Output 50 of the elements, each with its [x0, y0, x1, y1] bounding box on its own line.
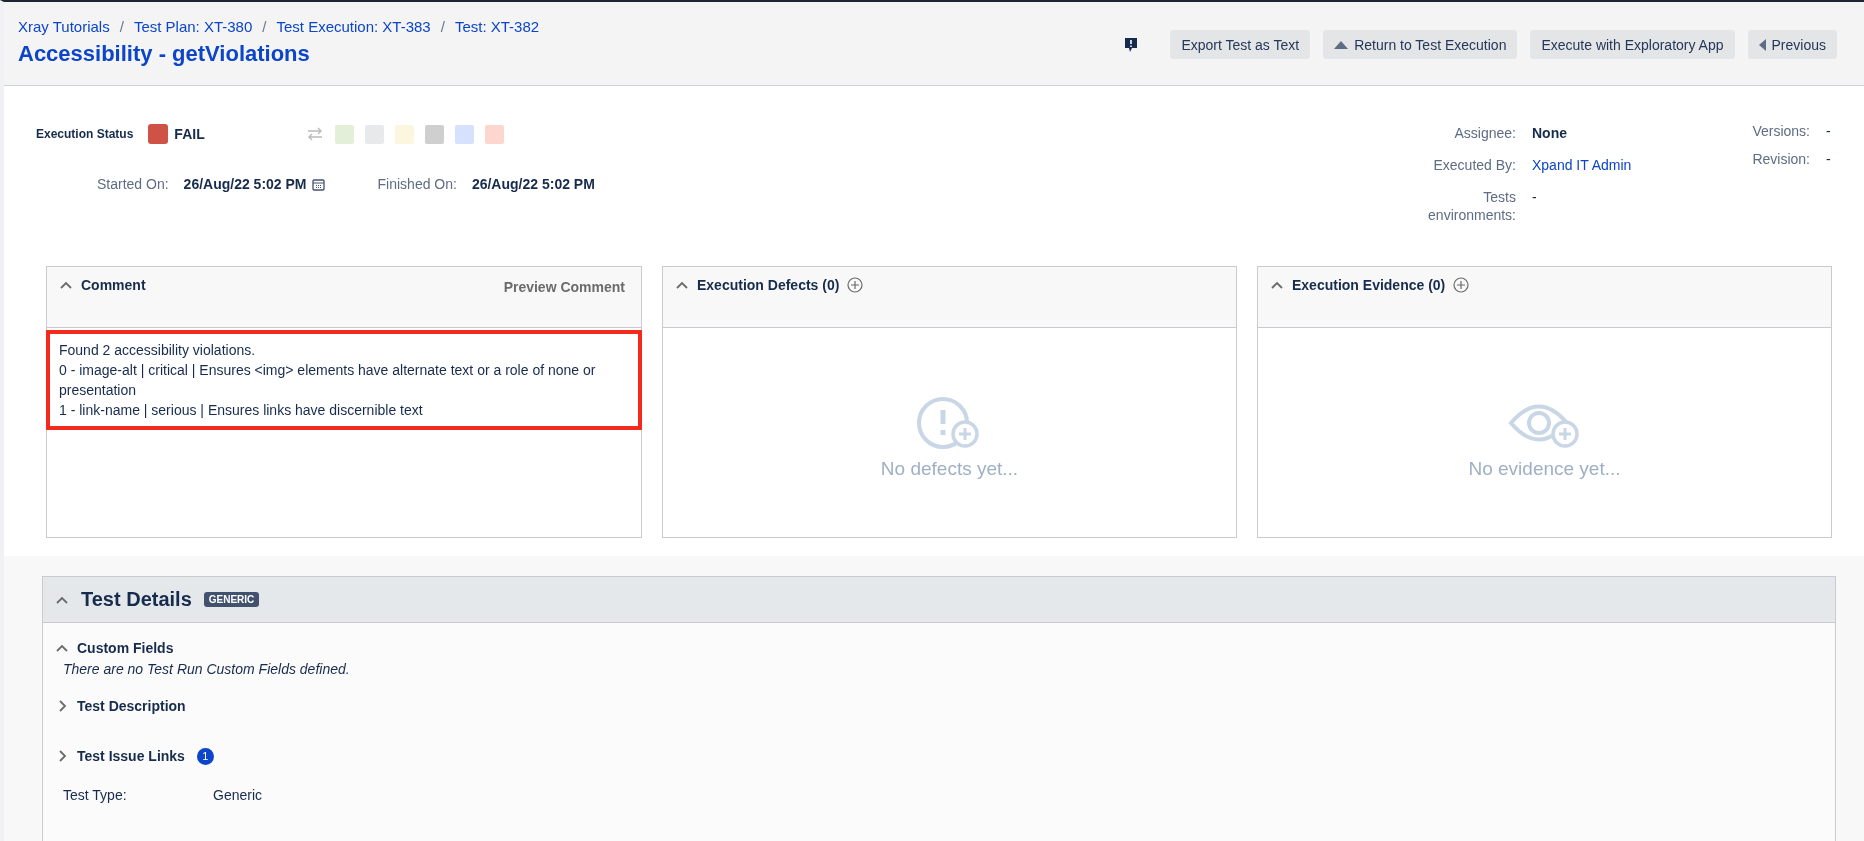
field-label: Executed By:	[1432, 156, 1516, 174]
date-label: Started On:	[97, 176, 169, 192]
subsection-title[interactable]: Custom Fields	[77, 640, 174, 656]
breadcrumb-link[interactable]: Test Execution: XT-383	[276, 18, 431, 35]
toolbar-button[interactable]: Export Test as Text	[1170, 30, 1311, 59]
breadcrumb-separator: /	[119, 18, 124, 35]
empty-note: There are no Test Run Custom Fields defined.	[62, 661, 351, 677]
comment-text: Found 2 accessibility violations. 0 - image-alt | critical | Ensures <img> elements have alternate text or a role of none or presentation 1 - link-name | serious | Ensures links have discernible text	[46, 330, 642, 430]
feedback-icon[interactable]	[1124, 36, 1139, 53]
date-value: 26/Aug/22 5:02 PM	[471, 176, 595, 192]
triangle-up-icon	[1334, 40, 1349, 49]
toolbar-button[interactable]: Return to Test Execution	[1323, 30, 1518, 59]
panel-title: Execution Defects (0)	[697, 277, 840, 293]
preview-comment-link[interactable]: Preview Comment	[503, 279, 625, 295]
add-icon[interactable]	[847, 277, 864, 293]
empty-message: No evidence yet...	[1468, 457, 1621, 480]
breadcrumb-link[interactable]: Test: XT-382	[454, 18, 540, 35]
empty-message: No defects yet...	[880, 457, 1019, 480]
add-icon[interactable]	[1453, 277, 1470, 293]
section-title: Test Details	[81, 588, 192, 611]
breadcrumb-link[interactable]: Test Plan: XT-380	[133, 18, 253, 35]
field-label: Assignee:	[1453, 124, 1516, 142]
test-type-badge: GENERIC	[203, 592, 260, 607]
date-label: Finished On:	[377, 176, 457, 192]
breadcrumb-separator: /	[262, 18, 267, 35]
breadcrumb-separator: /	[440, 18, 445, 35]
panel-title: Execution Evidence (0)	[1292, 277, 1446, 293]
status-label: Execution Status	[36, 127, 134, 141]
field-value: -	[1826, 122, 1832, 140]
toolbar-button[interactable]: Previous	[1747, 30, 1837, 59]
field-value: Generic	[213, 787, 264, 803]
panel-title: Comment	[81, 277, 146, 293]
subsection-title[interactable]: Test Description	[77, 698, 186, 714]
field-value: -	[1532, 188, 1538, 207]
user-link[interactable]: Xpand IT Admin	[1532, 156, 1682, 174]
triangle-left-icon	[1758, 38, 1766, 51]
field-value: -	[1826, 150, 1832, 168]
field-label: Revision:	[1751, 150, 1810, 168]
toolbar-button[interactable]: Execute with Exploratory App	[1530, 30, 1735, 59]
field-value: None	[1532, 124, 1568, 142]
field-label: Versions:	[1751, 122, 1810, 140]
field-label: Tests environments:	[1428, 188, 1516, 224]
page-title: Accessibility - getViolations	[18, 41, 311, 67]
count-badge: 1	[196, 747, 214, 765]
breadcrumb-link[interactable]: Xray Tutorials	[18, 18, 110, 35]
status-value: FAIL	[174, 126, 205, 142]
date-value: 26/Aug/22 5:02 PM	[183, 176, 307, 192]
calendar-icon[interactable]	[311, 177, 325, 191]
subsection-title[interactable]: Test Issue Links	[77, 748, 185, 764]
field-label: Test Type:	[63, 787, 128, 803]
